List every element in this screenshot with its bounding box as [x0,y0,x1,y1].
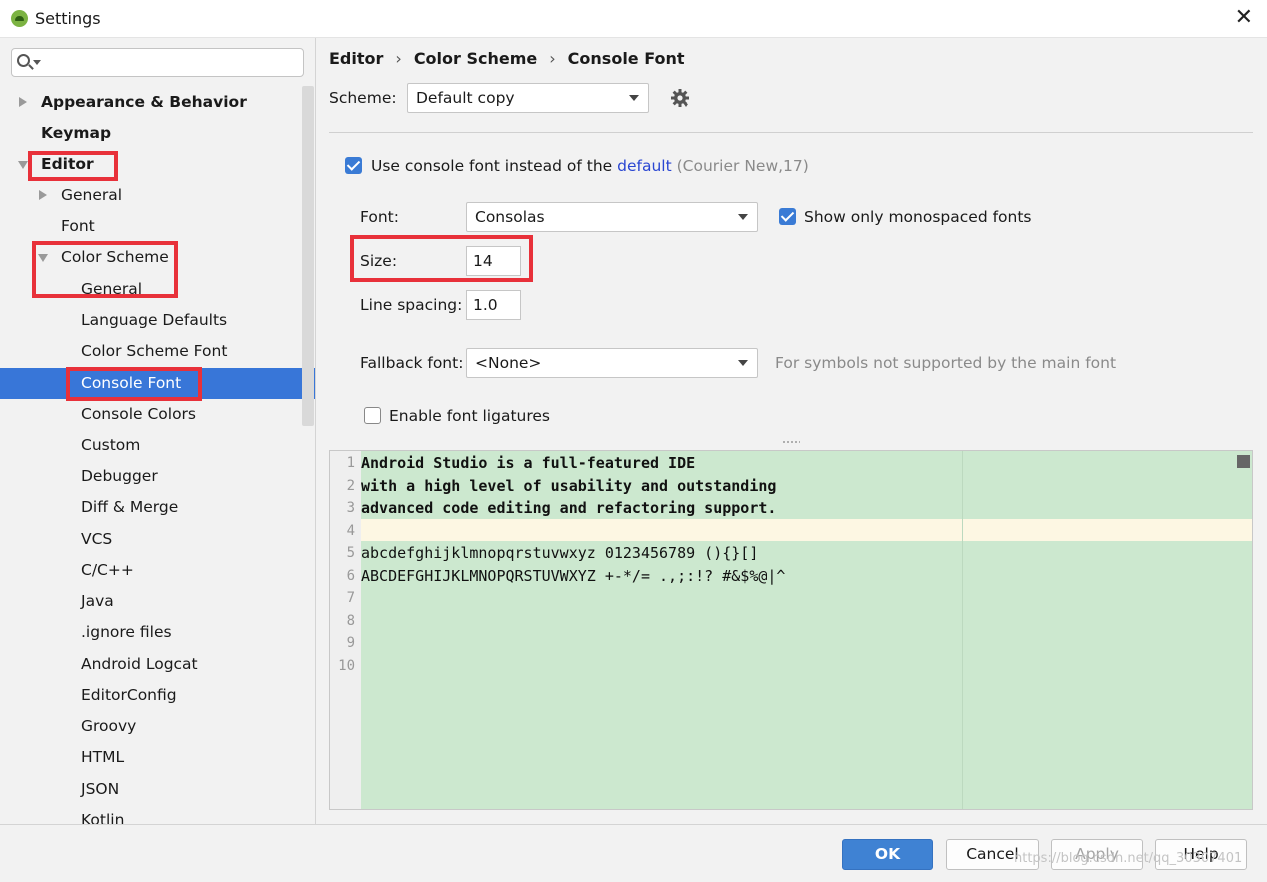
line-spacing-input[interactable]: 1.0 [466,290,521,320]
search-input[interactable] [11,48,304,77]
chevron-down-icon [738,360,748,366]
code-line: 3 advanced code editing and refactoring s… [346,499,777,517]
sidebar-item-groovy[interactable]: Groovy [0,711,302,742]
sidebar-item-color-scheme[interactable]: Color Scheme [0,242,302,273]
scheme-dropdown[interactable]: Default copy [407,83,649,113]
size-label: Size: [360,252,398,270]
fallback-font-hint: For symbols not supported by the main fo… [775,354,1117,372]
sidebar-item-vcs[interactable]: VCS [0,524,302,555]
sidebar-item-custom[interactable]: Custom [0,430,302,461]
splitter-handle[interactable] [782,440,800,445]
breadcrumb-item: Console Font [567,49,685,68]
collapse-arrow-icon[interactable] [38,254,48,262]
sidebar-item-font[interactable]: Font [0,211,302,242]
code-line: 5 abcdefghijklmnopqrstuvwxyz 0123456789 (… [346,544,759,562]
sidebar-scrollbar[interactable] [302,86,314,426]
scheme-value: Default copy [416,89,515,107]
code-line: 8 [346,613,355,629]
sidebar-item-console-colors[interactable]: Console Colors [0,399,302,430]
font-preview-editor[interactable]: 1 Android Studio is a full-featured IDE 2… [329,450,1253,810]
default-link[interactable]: default [617,157,672,175]
sidebar-item-language-defaults[interactable]: Language Defaults [0,305,302,336]
scheme-label: Scheme: [329,89,397,107]
sidebar-item-editorconfig[interactable]: EditorConfig [0,680,302,711]
sidebar-item-keymap[interactable]: Keymap [0,118,302,149]
close-icon[interactable]: ✕ [1235,6,1253,30]
sidebar-item-ignore-files[interactable]: .ignore files [0,617,302,648]
sidebar-item-json[interactable]: JSON [0,774,302,805]
breadcrumb: Editor › Color Scheme › Console Font [329,49,685,68]
collapse-arrow-icon[interactable] [18,161,28,169]
sidebar-item-color-scheme-font[interactable]: Color Scheme Font [0,336,302,367]
font-dropdown[interactable]: Consolas [466,202,758,232]
sidebar-item-console-font[interactable]: Console Font [0,368,315,399]
code-line: 6 ABCDEFGHIJKLMNOPQRSTUVWXYZ +-*/= .,;:!?… [346,567,786,585]
fallback-font-label: Fallback font: [360,354,464,372]
use-console-font-label: Use console font instead of the default … [371,157,809,175]
code-line: 9 [346,635,355,651]
sidebar-item-c-cpp[interactable]: C/C++ [0,555,302,586]
default-font-hint: (Courier New,17) [676,157,809,175]
font-label: Font: [360,208,399,226]
sidebar-item-diff-merge[interactable]: Diff & Merge [0,492,302,523]
enable-ligatures-label: Enable font ligatures [389,407,550,425]
breadcrumb-separator: › [395,49,402,68]
expand-arrow-icon[interactable] [39,190,47,200]
code-line: 2 with a high level of usability and outs… [346,477,777,495]
sidebar-item-editor[interactable]: Editor [0,149,302,180]
breadcrumb-item: Editor [329,49,384,68]
divider [329,132,1253,133]
window-title-bar: Settings ✕ [0,0,1267,38]
ok-button[interactable]: OK [842,839,933,870]
sidebar-item-appearance-behavior[interactable]: Appearance & Behavior [0,87,302,118]
breadcrumb-separator: › [549,49,556,68]
code-line: 1 Android Studio is a full-featured IDE [346,454,696,472]
chevron-down-icon [629,95,639,101]
code-line: 4 [346,523,355,539]
code-line: 7 [346,590,355,606]
android-studio-icon [11,10,28,27]
monospaced-only-checkbox[interactable] [779,208,796,225]
enable-ligatures-checkbox[interactable] [364,407,381,424]
monospaced-only-label: Show only monospaced fonts [804,208,1032,226]
sidebar-item-kotlin[interactable]: Kotlin [0,805,302,824]
sidebar-item-html[interactable]: HTML [0,742,302,773]
use-console-font-checkbox[interactable] [345,157,362,174]
watermark: https://blog.csdn.net/qq_30307401 [1014,851,1243,866]
settings-sidebar: Appearance & Behavior Keymap Editor Gene… [0,38,316,824]
code-line: 10 [338,658,355,674]
sidebar-item-debugger[interactable]: Debugger [0,461,302,492]
window-title: Settings [35,9,101,28]
sidebar-item-color-scheme-general[interactable]: General [0,274,302,305]
fallback-font-dropdown[interactable]: <None> [466,348,758,378]
sidebar-item-android-logcat[interactable]: Android Logcat [0,649,302,680]
line-spacing-label: Line spacing: [360,296,463,314]
search-icon [17,54,30,67]
chevron-down-icon [738,214,748,220]
fallback-font-value: <None> [475,354,542,372]
breadcrumb-item: Color Scheme [413,49,538,68]
settings-content-panel: Editor › Color Scheme › Console Font Scheme:… [316,38,1267,824]
size-input[interactable]: 14 [466,246,521,276]
expand-arrow-icon[interactable] [19,97,27,107]
font-value: Consolas [475,208,545,226]
gear-icon[interactable] [670,88,690,108]
sidebar-item-java[interactable]: Java [0,586,302,617]
chevron-down-icon[interactable] [33,60,41,65]
sidebar-item-general[interactable]: General [0,180,302,211]
